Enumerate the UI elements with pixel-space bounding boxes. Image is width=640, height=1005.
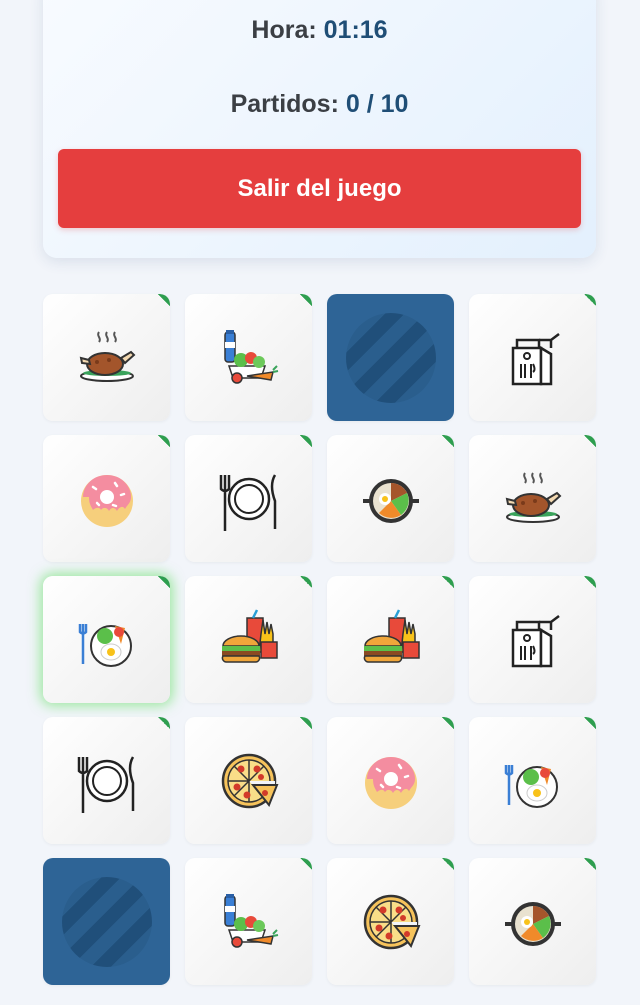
memory-card[interactable] — [327, 576, 454, 703]
matches-value: 0 / 10 — [345, 90, 409, 118]
card-back-icon — [61, 876, 152, 967]
donut-icon — [364, 756, 417, 809]
roast-chicken-icon — [505, 471, 561, 523]
time-stat: Hora: 01:16 — [43, 16, 596, 45]
plate-cutlery-icon — [77, 755, 134, 813]
card-corner-marker — [442, 435, 454, 447]
card-corner-marker — [158, 435, 170, 447]
memory-card[interactable] — [327, 435, 454, 562]
card-corner-marker — [442, 858, 454, 870]
card-corner-marker — [584, 435, 596, 447]
plate-cutlery-icon — [219, 473, 276, 531]
healthy-food-icon — [223, 329, 278, 384]
bibimbap-pan-icon — [362, 478, 419, 523]
memory-card[interactable] — [327, 294, 454, 421]
memory-card[interactable] — [327, 858, 454, 985]
matches-label: Partidos: — [230, 90, 339, 118]
breakfast-bowl-icon — [504, 764, 558, 808]
memory-card[interactable] — [185, 435, 312, 562]
fast-food-icon — [221, 608, 278, 663]
donut-icon — [80, 474, 133, 527]
card-corner-marker — [300, 858, 312, 870]
exit-game-button[interactable]: Salir del juego — [58, 149, 581, 228]
pizza-icon — [221, 753, 278, 808]
matches-stat: Partidos: 0 / 10 — [43, 90, 596, 119]
card-corner-marker — [158, 576, 170, 588]
bibimbap-pan-icon — [504, 901, 561, 946]
card-corner-marker — [584, 858, 596, 870]
memory-card[interactable] — [43, 858, 170, 985]
card-corner-marker — [158, 717, 170, 729]
memory-card[interactable] — [185, 858, 312, 985]
memory-card[interactable] — [185, 717, 312, 844]
card-corner-marker — [300, 576, 312, 588]
memory-card[interactable] — [185, 576, 312, 703]
pizza-icon — [363, 894, 420, 949]
card-back-icon — [345, 312, 436, 403]
card-corner-marker — [300, 294, 312, 306]
card-corner-marker — [300, 435, 312, 447]
takeaway-bag-icon — [511, 332, 560, 385]
healthy-food-icon — [223, 893, 278, 948]
card-corner-marker — [158, 294, 170, 306]
memory-card[interactable] — [43, 435, 170, 562]
fast-food-icon — [363, 608, 420, 663]
card-corner-marker — [300, 717, 312, 729]
memory-card[interactable] — [469, 858, 596, 985]
time-value: 01:16 — [323, 16, 388, 44]
card-corner-marker — [442, 576, 454, 588]
game-status-panel: Hora: 01:16 Partidos: 0 / 10 Salir del j… — [43, 0, 596, 258]
memory-card[interactable] — [43, 576, 170, 703]
memory-card[interactable] — [469, 435, 596, 562]
memory-card[interactable] — [469, 294, 596, 421]
breakfast-bowl-icon — [78, 623, 132, 667]
memory-card[interactable] — [185, 294, 312, 421]
card-corner-marker — [442, 717, 454, 729]
memory-card-grid — [43, 294, 596, 985]
memory-card[interactable] — [43, 717, 170, 844]
roast-chicken-icon — [79, 330, 135, 382]
takeaway-bag-icon — [511, 614, 560, 667]
memory-card[interactable] — [469, 576, 596, 703]
card-corner-marker — [584, 717, 596, 729]
time-label: Hora: — [251, 16, 317, 44]
card-corner-marker — [584, 576, 596, 588]
memory-card[interactable] — [327, 717, 454, 844]
memory-card[interactable] — [469, 717, 596, 844]
card-corner-marker — [584, 294, 596, 306]
memory-card[interactable] — [43, 294, 170, 421]
